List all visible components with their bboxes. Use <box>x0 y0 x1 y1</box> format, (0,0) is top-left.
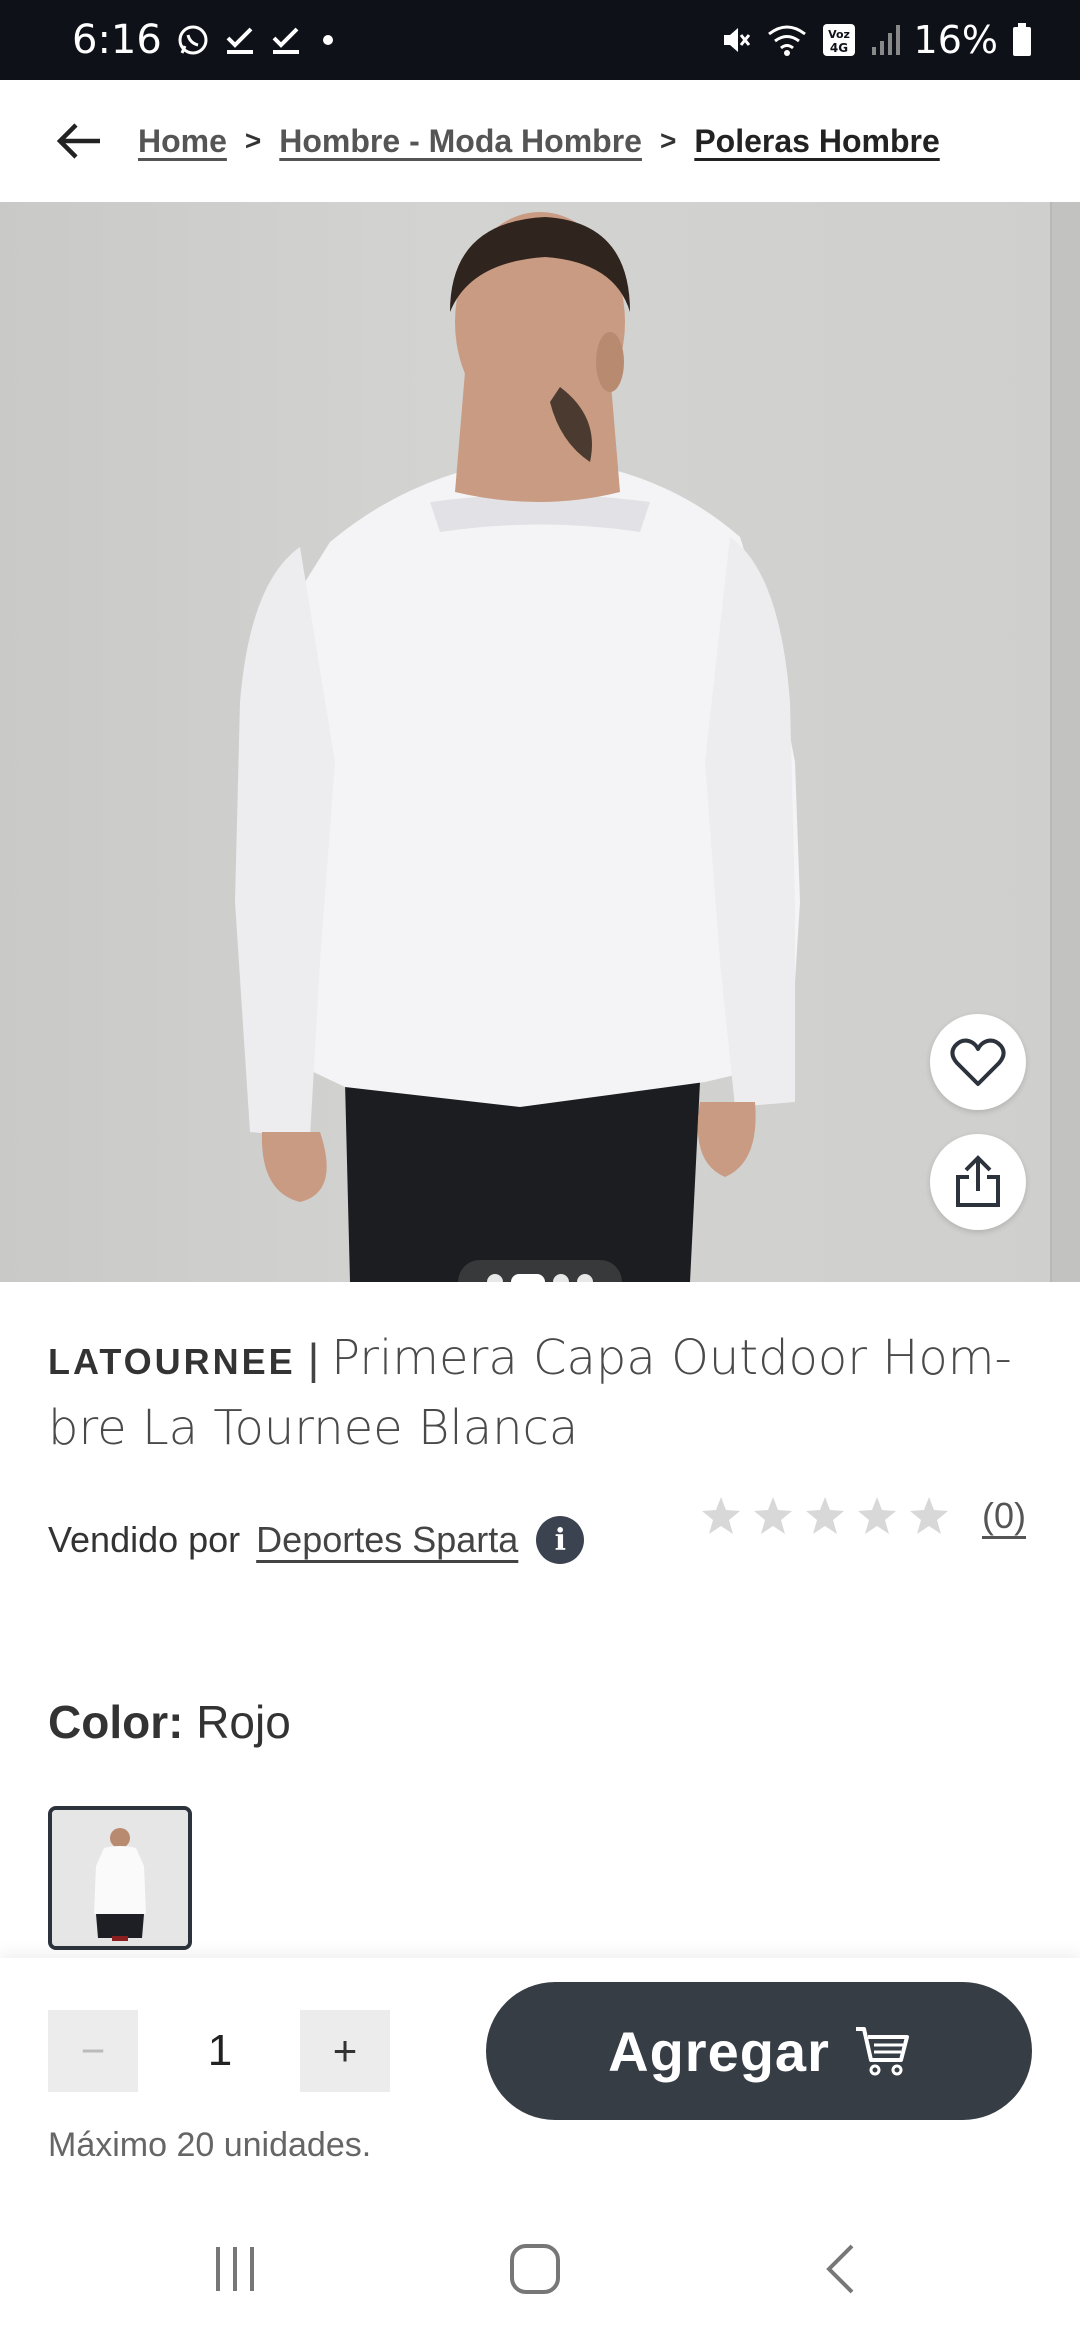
product-title: LATOURNEE | Primera Capa Outdoor Hom-bre L… <box>48 1325 1038 1462</box>
quantity-decrease-button[interactable]: − <box>48 2010 138 2092</box>
next-image-peek <box>1050 202 1080 1282</box>
status-bar: 6:16 Voz 4G 16% <box>0 0 1080 80</box>
rating-count[interactable]: (0) <box>982 1495 1026 1537</box>
recent-apps-button[interactable] <box>190 2234 280 2304</box>
share-button[interactable] <box>930 1134 1026 1230</box>
share-icon <box>956 1155 1000 1207</box>
chevron-left-icon <box>826 2244 854 2294</box>
check-icon <box>270 24 302 56</box>
title-separator: | <box>307 1335 320 1384</box>
recent-apps-icon <box>216 2247 254 2291</box>
add-to-cart-label: Agregar <box>608 2019 830 2083</box>
swatch-thumbnail <box>52 1810 188 1946</box>
color-swatch[interactable] <box>48 1806 192 1950</box>
home-button[interactable] <box>490 2234 580 2304</box>
pager-dot[interactable] <box>511 1274 545 1282</box>
whatsapp-icon <box>176 23 210 57</box>
pager-dot[interactable] <box>487 1274 503 1282</box>
battery-icon <box>1012 23 1032 57</box>
system-back-button[interactable] <box>795 2234 885 2304</box>
star-icon <box>702 1497 740 1534</box>
svg-text:4G: 4G <box>829 41 847 55</box>
breadcrumb-home[interactable]: Home <box>138 123 227 160</box>
svg-text:Voz: Voz <box>828 28 850 41</box>
add-to-cart-bar: − 1 + Agregar Máximo 20 unidades. <box>0 1958 1080 2198</box>
breadcrumb-header: Home > Hombre - Moda Hombre > Poleras Ho… <box>0 80 1080 202</box>
breadcrumb-separator: > <box>659 125 677 156</box>
home-icon <box>510 2244 560 2294</box>
product-image[interactable] <box>0 202 1080 1282</box>
color-selector-label: Color: Rojo <box>48 1695 291 1749</box>
status-right: Voz 4G 16% <box>720 0 1032 80</box>
signal-icon <box>870 23 900 57</box>
seller-info: Vendido por Deportes Sparta i <box>48 1510 585 1570</box>
mute-icon <box>720 24 752 56</box>
max-units-note: Máximo 20 unidades. <box>48 2126 372 2164</box>
product-brand[interactable]: LATOURNEE <box>48 1341 296 1382</box>
cart-icon <box>855 2027 909 2076</box>
seller-prefix: Vendido por <box>48 1519 241 1560</box>
breadcrumb: Home > Hombre - Moda Hombre > Poleras Ho… <box>138 80 940 202</box>
image-pager <box>458 1260 622 1282</box>
breadcrumb-hombre-moda[interactable]: Hombre - Moda Hombre <box>279 123 642 160</box>
dot-icon <box>316 28 340 52</box>
check-icon <box>224 24 256 56</box>
battery-percent: 16% <box>913 18 998 62</box>
star-icon <box>754 1497 792 1534</box>
quantity-value[interactable]: 1 <box>150 2010 290 2092</box>
star-icon <box>806 1497 844 1534</box>
breadcrumb-separator: > <box>244 125 262 156</box>
heart-icon <box>950 1038 1006 1086</box>
color-value: Rojo <box>196 1696 291 1748</box>
status-left: 6:16 <box>72 0 340 80</box>
star-icon <box>910 1497 948 1534</box>
breadcrumb-poleras[interactable]: Poleras Hombre <box>694 123 939 160</box>
color-label: Color: <box>48 1696 184 1748</box>
arrow-left-icon <box>56 123 100 159</box>
star-icon <box>858 1497 896 1534</box>
quantity-increase-button[interactable]: + <box>300 2010 390 2092</box>
pager-dot[interactable] <box>553 1274 569 1282</box>
favorite-button[interactable] <box>930 1014 1026 1110</box>
back-button[interactable] <box>48 116 112 166</box>
add-to-cart-button[interactable]: Agregar <box>486 1982 1032 2120</box>
product-rating: (0) <box>700 1488 1026 1544</box>
network-badge-icon: Voz 4G <box>822 23 856 57</box>
status-time: 6:16 <box>72 17 162 63</box>
info-icon[interactable]: i <box>536 1516 585 1564</box>
wifi-icon <box>766 23 808 57</box>
pager-dot[interactable] <box>577 1274 593 1282</box>
product-photo <box>235 212 800 1282</box>
system-nav-bar <box>0 2198 1080 2340</box>
seller-link[interactable]: Deportes Sparta <box>256 1519 518 1561</box>
